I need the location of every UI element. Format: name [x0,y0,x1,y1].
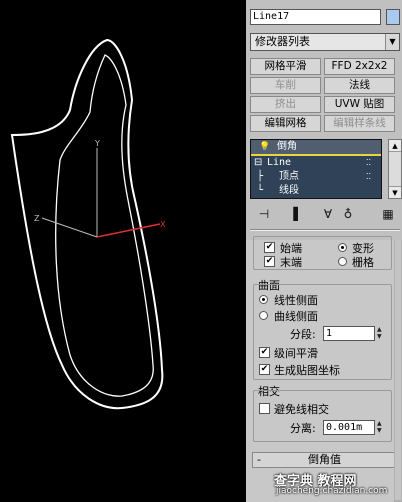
panel-scrollbar[interactable] [394,240,402,502]
stack-item-label: 顶点 [279,171,299,182]
watermark-url: jiaocheng.chazidian.com [276,486,388,496]
keep-lines-from-crossing-label: 避免线相交 [274,403,329,416]
collapse-icon[interactable]: ⊟ [254,156,262,170]
stack-toolbar: ⊣ ▌ ∀ ♁ ▦ [250,205,400,225]
grid-radio[interactable] [338,257,347,266]
grid-label: 栅格 [352,256,374,269]
segments-label: 分段: [290,328,316,341]
end-cap-label: 末端 [280,256,302,269]
end-cap-checkbox[interactable]: ✔ [264,256,275,267]
modifier-button-normal[interactable]: 法线 [324,77,395,94]
minus-icon: - [257,453,261,466]
light-bulb-icon[interactable]: 💡 [259,140,270,154]
smooth-across-levels-label: 级间平滑 [274,347,318,360]
sub-object-dots-icon: ⁚⁚ [366,172,372,181]
object-color-swatch[interactable] [386,9,400,25]
stack-item-label: 倒角 [277,141,297,152]
modifier-list-dropdown[interactable]: 修改器列表 ▼ [250,33,400,51]
tree-line-icon: ├ [257,171,264,182]
modifier-stack[interactable]: 💡 倒角 ⊟ Line ⁚⁚ ├ 顶点 ⁚⁚ └ 线段 [250,139,382,199]
curved-sides-radio[interactable] [259,311,268,320]
start-cap-checkbox[interactable]: ✔ [264,242,275,253]
gen-mapping-coords-label: 生成贴图坐标 [274,364,340,377]
stack-item-segment[interactable]: └ 线段 [251,184,381,198]
linear-sides-label: 线性侧面 [274,294,318,307]
modifier-list-label: 修改器列表 [255,35,310,48]
show-end-result-icon[interactable]: ▌ [288,205,308,223]
smooth-across-levels-checkbox[interactable]: ✔ [259,347,270,358]
object-name-field[interactable]: Line17 [250,9,381,25]
viewport[interactable]: Y X Z [0,0,246,502]
linear-sides-radio[interactable] [259,295,268,304]
scroll-up-icon[interactable]: ▲ [389,140,401,152]
configure-icon[interactable]: ▦ [378,205,398,223]
sub-object-dots-icon: ⁚⁚ [366,158,372,167]
stack-item-vertex[interactable]: ├ 顶点 ⁚⁚ [251,170,381,184]
z-axis [41,217,98,238]
stack-item-label: 线段 [279,185,299,196]
x-axis [96,223,161,238]
curved-sides-label: 曲线侧面 [274,310,318,323]
separation-spinner[interactable]: 0.001m [323,420,375,435]
stack-scrollbar[interactable]: ▲ ▼ [388,139,402,199]
rollout-title: 倒角值 [308,453,341,466]
modifier-button-meshsmooth[interactable]: 网格平滑 [250,58,321,75]
svg-text:X: X [160,220,166,229]
modifier-button-edit-mesh[interactable]: 编辑网格 [250,115,321,132]
keep-lines-from-crossing-checkbox[interactable] [259,403,270,414]
morph-radio[interactable] [338,243,347,252]
spinner-arrows-icon[interactable]: ▲ ▼ [377,420,383,435]
remove-modifier-icon[interactable]: ♁ [338,205,358,223]
bevel-values-rollout[interactable]: - 倒角值 [252,452,397,468]
stack-item-bevel[interactable]: 💡 倒角 [251,140,381,154]
segments-spinner[interactable]: 1 [323,326,375,341]
modifier-button-uvw-map[interactable]: UVW 贴图 [324,96,395,113]
divider [250,229,400,231]
gen-mapping-coords-checkbox[interactable]: ✔ [259,364,270,375]
modifier-button-edit-spline[interactable]: 编辑样条线 [324,115,395,132]
tree-line-icon: └ [257,185,264,196]
modifier-button-ffd[interactable]: FFD 2x2x2 [324,58,395,75]
spinner-arrows-icon[interactable]: ▲ ▼ [377,326,383,341]
make-unique-icon[interactable]: ∀ [318,205,338,223]
pin-icon[interactable]: ⊣ [254,205,274,223]
chevron-down-icon: ▼ [385,34,399,50]
watermark: 查字典 教程网 jiaocheng.chazidian.com [274,470,402,502]
scroll-down-icon[interactable]: ▼ [389,186,401,198]
scrollbar-thumb[interactable] [395,240,401,500]
modifier-button-extrude[interactable]: 挤出 [250,96,321,113]
modifier-button-lathe[interactable]: 车削 [250,77,321,94]
spline-shape: Y X Z [10,38,166,410]
svg-text:Y: Y [94,139,100,148]
separation-label: 分离: [290,422,316,435]
stack-item-line[interactable]: ⊟ Line ⁚⁚ [251,156,381,170]
svg-text:Z: Z [34,214,40,223]
stack-item-label: Line [267,157,292,168]
